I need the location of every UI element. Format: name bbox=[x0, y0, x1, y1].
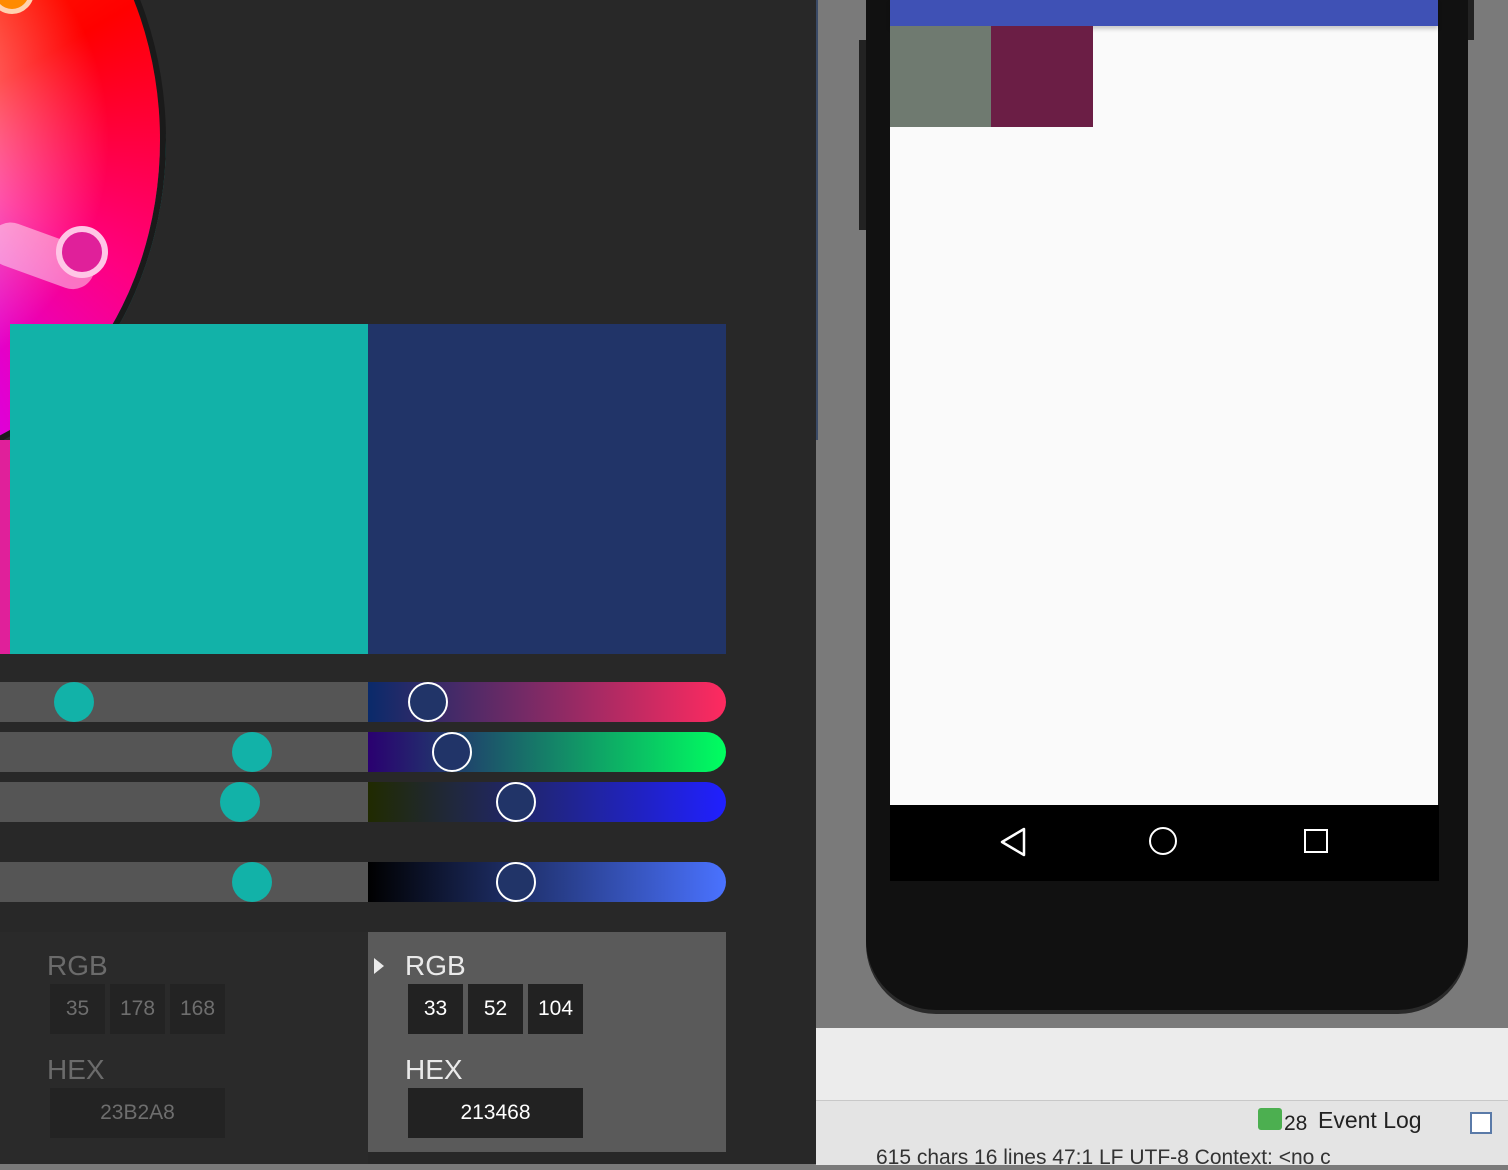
green-slider-old-track[interactable] bbox=[0, 732, 368, 772]
expand-arrow-icon[interactable] bbox=[374, 958, 384, 974]
blue-slider-track[interactable] bbox=[368, 782, 726, 822]
brightness-slider-knob[interactable] bbox=[496, 862, 536, 902]
new-color-swatch bbox=[368, 324, 726, 654]
original-g-field[interactable]: 178 bbox=[110, 984, 165, 1034]
original-b-field[interactable]: 168 bbox=[170, 984, 225, 1034]
blue-slider-old-knob[interactable] bbox=[220, 782, 260, 822]
green-slider-knob[interactable] bbox=[432, 732, 472, 772]
accent-strip bbox=[0, 440, 10, 654]
status-bar-text: 615 chars 16 lines 47:1 LF UTF-8 Context… bbox=[876, 1146, 1331, 1169]
new-hex-label: HEX bbox=[405, 1054, 463, 1085]
back-icon[interactable] bbox=[998, 826, 1028, 858]
preview-view-gray[interactable] bbox=[890, 26, 991, 127]
blue-slider-knob[interactable] bbox=[496, 782, 536, 822]
red-slider-knob[interactable] bbox=[408, 682, 448, 722]
home-icon[interactable] bbox=[1149, 827, 1177, 855]
original-values-panel: RGB 35 178 168 HEX 23B2A8 bbox=[0, 932, 368, 1164]
blue-slider-old-track[interactable] bbox=[0, 782, 368, 822]
preview-view-maroon[interactable] bbox=[991, 26, 1093, 127]
original-color-swatch[interactable] bbox=[10, 324, 368, 654]
color-picker-panel: RGB 35 178 168 HEX 23B2A8 RGB 33 52 104 … bbox=[0, 0, 816, 1164]
event-log-icon[interactable] bbox=[1258, 1108, 1282, 1130]
recents-icon[interactable] bbox=[1304, 829, 1328, 853]
wheel-color-handle[interactable] bbox=[56, 226, 108, 278]
brightness-slider-track[interactable] bbox=[368, 862, 726, 902]
original-hex-label: HEX bbox=[47, 1054, 105, 1085]
new-values-panel: RGB 33 52 104 HEX 213468 bbox=[368, 932, 726, 1152]
new-hex-field[interactable]: 213468 bbox=[408, 1088, 583, 1138]
document-icon[interactable] bbox=[1470, 1112, 1492, 1134]
brightness-slider-old-knob[interactable] bbox=[232, 862, 272, 902]
event-log-count: 28 bbox=[1284, 1112, 1308, 1135]
green-slider-old-knob[interactable] bbox=[232, 732, 272, 772]
original-rgb-label: RGB bbox=[47, 950, 108, 981]
brightness-slider-old-track[interactable] bbox=[0, 862, 368, 902]
app-bar bbox=[890, 0, 1438, 26]
original-hex-field[interactable]: 23B2A8 bbox=[50, 1088, 225, 1138]
green-slider-track[interactable] bbox=[368, 732, 726, 772]
new-r-field[interactable]: 33 bbox=[408, 984, 463, 1034]
new-rgb-label: RGB bbox=[405, 950, 466, 981]
new-g-field[interactable]: 52 bbox=[468, 984, 523, 1034]
new-b-field[interactable]: 104 bbox=[528, 984, 583, 1034]
original-r-field[interactable]: 35 bbox=[50, 984, 105, 1034]
event-log-button[interactable]: Event Log bbox=[1318, 1107, 1422, 1134]
red-slider-old-knob[interactable] bbox=[54, 682, 94, 722]
